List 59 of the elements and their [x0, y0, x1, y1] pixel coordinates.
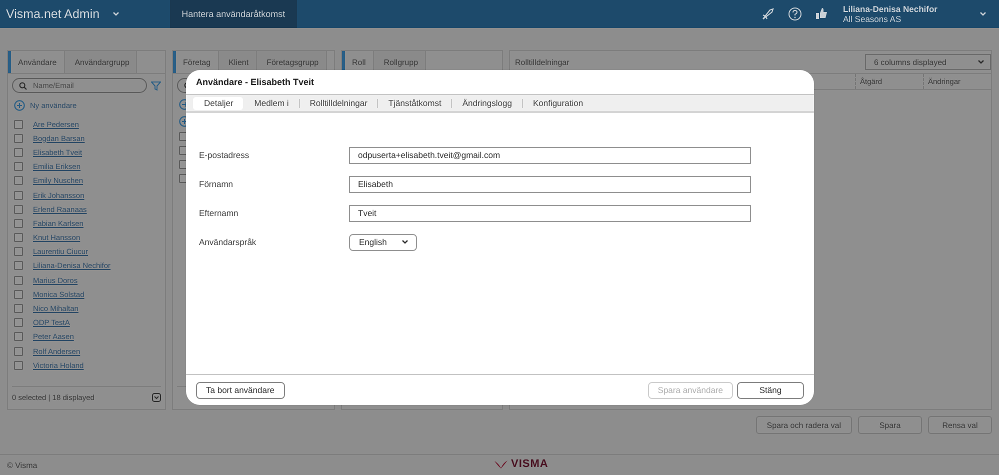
company-name: All Seasons AS — [843, 14, 902, 24]
copyright-text: © Visma — [7, 460, 38, 470]
input-field[interactable]: Elisabeth — [349, 176, 751, 192]
save-and-clear-button[interactable]: Spara och radera val — [756, 416, 852, 434]
checkbox[interactable] — [14, 318, 23, 328]
dialog-tab[interactable]: Medlem i — [243, 98, 299, 108]
field-label: Användarspråk — [199, 237, 258, 247]
language-dropdown[interactable]: English — [349, 234, 417, 250]
checkbox[interactable] — [14, 162, 23, 172]
dialog-button[interactable]: Stäng — [737, 382, 804, 398]
checkbox[interactable] — [14, 290, 23, 299]
dialog-tab[interactable]: Ändringslogg — [451, 98, 522, 108]
app-title: Visma.net Admin — [6, 7, 100, 21]
checkbox[interactable] — [14, 332, 23, 342]
dialog-title: Användare - Elisabeth Tveit — [196, 76, 314, 89]
expand-icon[interactable] — [152, 392, 161, 402]
checkbox[interactable] — [14, 247, 23, 256]
dialog-tab[interactable]: Tjänståtkomst — [377, 98, 452, 108]
dialog-button[interactable]: Ta bort användare — [196, 382, 285, 398]
thumbs-icon[interactable] — [815, 7, 829, 21]
checkbox[interactable] — [14, 134, 23, 143]
columns-dropdown[interactable]: 6 columns displayed — [865, 54, 991, 70]
checkbox[interactable] — [14, 261, 23, 270]
checkbox[interactable] — [14, 346, 23, 356]
field-label: Efternamn — [199, 208, 240, 218]
dialog-tab[interactable]: Konfiguration — [522, 98, 594, 108]
save-button[interactable]: Spara — [858, 416, 922, 434]
nav-tab[interactable]: Hantera användaråtkomst — [170, 0, 298, 28]
field-label: Förnamn — [199, 179, 234, 189]
checkbox[interactable] — [14, 176, 23, 186]
checkbox[interactable] — [14, 148, 23, 157]
input-field[interactable]: Tveit — [349, 204, 751, 222]
logo-text: VISMA — [511, 458, 548, 470]
checkbox[interactable] — [14, 120, 23, 129]
chevron-down-icon[interactable] — [979, 10, 987, 18]
panel-title: Rolltilldelningar — [515, 58, 570, 66]
checkbox[interactable] — [14, 204, 23, 214]
checkbox[interactable] — [14, 304, 23, 314]
chevron-down-icon — [977, 58, 985, 66]
dialog-tab[interactable]: Detaljer — [193, 96, 244, 110]
search-icon — [19, 82, 27, 90]
field-label: E-postadress — [199, 150, 250, 160]
checkbox[interactable] — [14, 218, 23, 228]
panel-tab[interactable]: Företag — [173, 51, 219, 73]
checkbox[interactable] — [14, 233, 23, 242]
dialog-tab[interactable]: Rolltilldelningar — [298, 98, 378, 108]
checkbox[interactable] — [14, 360, 23, 370]
chevron-down-icon — [401, 238, 409, 246]
user-name: Liliana-Denisa Nechifor — [843, 4, 938, 14]
panel-tab[interactable]: Användargrupp — [64, 51, 138, 73]
filter-icon[interactable] — [151, 80, 161, 90]
swoosh-icon — [494, 460, 508, 468]
input-field[interactable]: odpuserta+elisabeth.tveit@gmail.com — [349, 146, 751, 164]
checkbox[interactable] — [14, 276, 23, 285]
chevron-down-icon[interactable] — [112, 10, 120, 18]
help-icon[interactable] — [788, 7, 802, 21]
clear-button[interactable]: Rensa val — [928, 416, 992, 434]
panel-tab[interactable]: Användare — [8, 51, 65, 73]
checkbox[interactable] — [14, 190, 23, 200]
